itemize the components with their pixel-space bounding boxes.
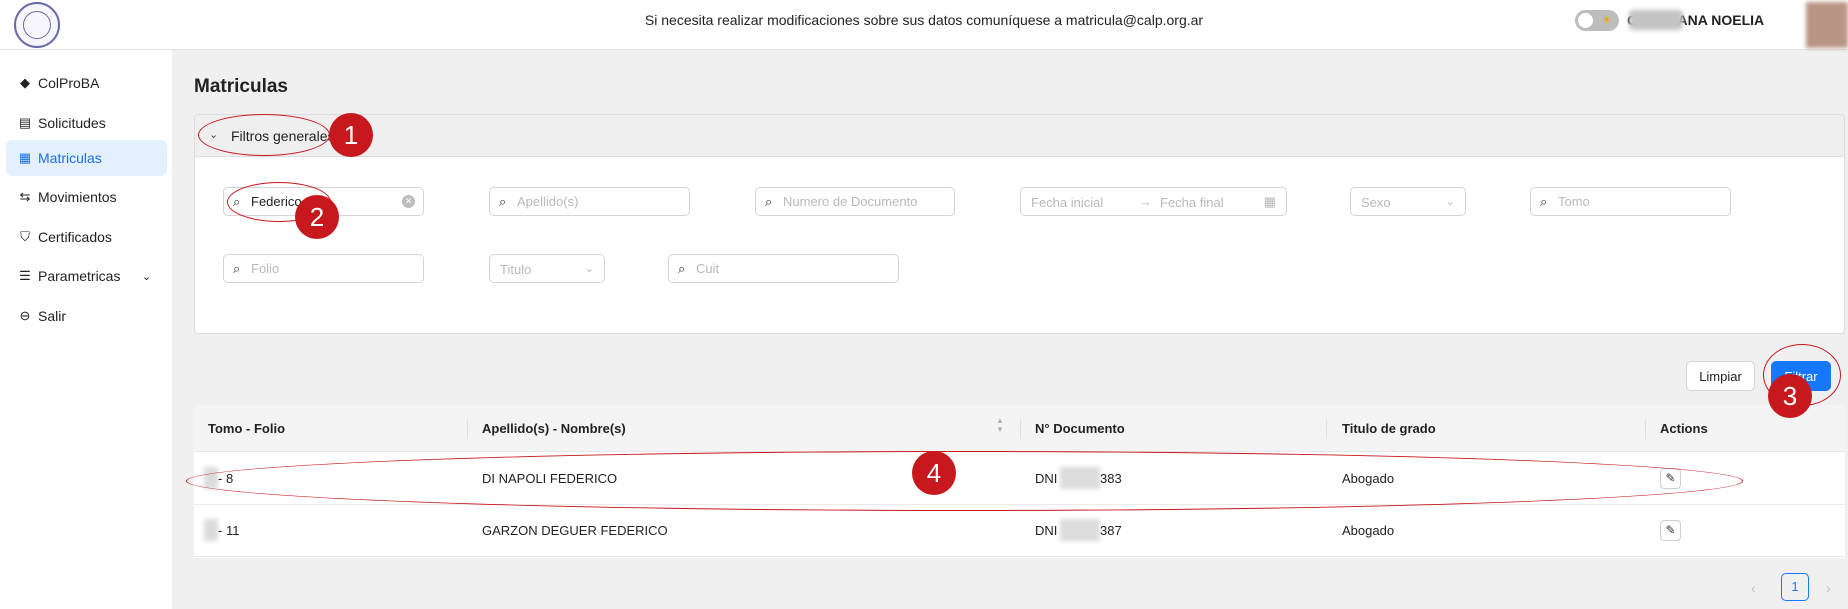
folio-input-wrapper[interactable]: ⌕ <box>223 254 424 283</box>
document-icon: ▤ <box>18 115 32 130</box>
documento-suffix: 387 <box>1100 523 1122 538</box>
column-header-tomo-folio: Tomo - Folio <box>208 421 286 436</box>
tomo-input[interactable] <box>1558 191 1723 212</box>
tomo-folio-cell: - 8 <box>218 471 234 486</box>
top-header: Si necesita realizar modificaciones sobr… <box>0 0 1848 50</box>
sidebar-item-label: Parametricas <box>38 268 121 284</box>
sidebar-item-label: Salir <box>38 308 67 324</box>
redacted-tomo <box>204 519 218 541</box>
sidebar-item-matriculas[interactable]: ▦ Matriculas <box>6 140 167 176</box>
header-notice: Si necesita realizar modificaciones sobr… <box>644 12 1204 28</box>
column-header-documento: N° Documento <box>1035 421 1125 436</box>
titulo-cell: Abogado <box>1342 471 1395 486</box>
avatar[interactable] <box>1806 2 1848 48</box>
date-range-picker[interactable]: Fecha inicial → Fecha final ▦ <box>1020 187 1287 216</box>
search-icon: ⌕ <box>499 194 507 209</box>
clear-icon[interactable]: ✕ <box>402 195 415 208</box>
theme-toggle[interactable]: ☀ <box>1575 10 1619 31</box>
titulo-select[interactable]: Titulo ⌄ <box>489 254 605 283</box>
edit-icon[interactable]: ✎ <box>1660 468 1681 489</box>
redacted-documento <box>1060 519 1100 541</box>
sidebar-item-label: Certificados <box>38 229 112 245</box>
fecha-final-placeholder[interactable]: Fecha final <box>1160 195 1224 210</box>
sidebar-item-parametricas[interactable]: ☰ Parametricas ⌄ <box>6 258 167 294</box>
filter-panel-title: Filtros generales <box>231 128 335 144</box>
cuit-input-wrapper[interactable]: ⌕ <box>668 254 899 283</box>
documento-input[interactable] <box>783 191 948 212</box>
swap-icon: ⇆ <box>19 189 31 204</box>
sexo-select[interactable]: Sexo ⌄ <box>1350 187 1466 216</box>
redacted-name <box>1629 10 1683 30</box>
apellido-input-wrapper[interactable]: ⌕ <box>489 187 690 216</box>
sun-icon: ☀ <box>1601 13 1612 27</box>
documento-input-wrapper[interactable]: ⌕ <box>755 187 955 216</box>
list-icon: ☰ <box>19 268 31 283</box>
results-table: Tomo - Folio Apellido(s) - Nombre(s) ▲ ▼ … <box>194 405 1845 558</box>
folio-input[interactable] <box>251 258 416 279</box>
filter-button[interactable]: Filtrar <box>1771 361 1831 391</box>
search-icon: ⌕ <box>233 194 241 209</box>
nombre-cell: DI NAPOLI FEDERICO <box>482 471 618 486</box>
nombre-cell: GARZON DEGUER FEDERICO <box>482 523 668 538</box>
sidebar-item-label: Solicitudes <box>38 115 106 131</box>
search-icon: ⌕ <box>1540 194 1548 209</box>
redacted-documento <box>1060 467 1100 489</box>
tomo-folio-cell: - 11 <box>218 523 240 538</box>
titulo-cell: Abogado <box>1342 523 1395 538</box>
pagination-page[interactable]: 1 <box>1781 573 1809 601</box>
shield-icon: ⛉ <box>20 229 30 244</box>
nombre-input-wrapper[interactable]: ⌕ ✕ <box>223 187 424 216</box>
sidebar-item-colproba[interactable]: ◆ ColProBA <box>6 65 167 101</box>
chevron-down-icon: ⌄ <box>1445 196 1455 208</box>
column-header-titulo: Titulo de grado <box>1342 421 1436 436</box>
table-row[interactable]: - 8 DI NAPOLI FEDERICO DNI 383 Abogado ✎ <box>194 453 1845 505</box>
documento-prefix: DNI <box>1035 523 1058 538</box>
registry-icon: ▦ <box>18 150 32 165</box>
sexo-placeholder: Sexo <box>1361 195 1391 210</box>
sidebar-item-certificados[interactable]: ⛉ Certificados <box>6 219 167 255</box>
cuit-input[interactable] <box>696 258 891 279</box>
sidebar: ◆ ColProBA ▤ Solicitudes ▦ Matriculas ⇆ … <box>0 50 172 609</box>
redacted-tomo <box>204 467 218 489</box>
colproba-icon: ◆ <box>20 75 30 90</box>
documento-suffix: 383 <box>1100 471 1122 486</box>
table-row[interactable]: - 11 GARZON DEGUER FEDERICO DNI 387 Abog… <box>194 505 1845 557</box>
chevron-down-icon: ⌄ <box>142 270 152 283</box>
column-header-actions: Actions <box>1660 421 1708 436</box>
sidebar-item-solicitudes[interactable]: ▤ Solicitudes <box>6 105 167 141</box>
sidebar-item-salir[interactable]: ⊖ Salir <box>6 298 167 334</box>
filter-panel-header[interactable]: ⌄ Filtros generales <box>195 115 1844 157</box>
page-title: Matriculas <box>194 76 288 97</box>
calendar-icon: ▦ <box>1263 194 1276 209</box>
sidebar-item-label: Matriculas <box>38 150 102 166</box>
sidebar-item-movimientos[interactable]: ⇆ Movimientos <box>6 179 167 215</box>
pagination-next-icon[interactable]: › <box>1826 580 1831 596</box>
sort-icon[interactable]: ▲ ▼ <box>996 416 1004 434</box>
clear-button[interactable]: Limpiar <box>1686 361 1755 391</box>
chevron-down-icon: ⌄ <box>584 263 594 275</box>
column-header-nombre[interactable]: Apellido(s) - Nombre(s) <box>482 421 626 436</box>
table-header: Tomo - Folio Apellido(s) - Nombre(s) ▲ ▼ … <box>194 405 1845 452</box>
apellido-input[interactable] <box>517 191 682 212</box>
arrow-right-icon: → <box>1139 194 1152 209</box>
tomo-input-wrapper[interactable]: ⌕ <box>1530 187 1731 216</box>
fecha-inicial-placeholder[interactable]: Fecha inicial <box>1031 195 1103 210</box>
sidebar-item-label: Movimientos <box>38 189 117 205</box>
sidebar-item-label: ColProBA <box>38 75 100 91</box>
pagination-prev-icon[interactable]: ‹ <box>1751 580 1756 596</box>
nombre-input[interactable] <box>251 191 391 212</box>
toggle-knob <box>1578 13 1593 28</box>
documento-prefix: DNI <box>1035 471 1058 486</box>
edit-icon[interactable]: ✎ <box>1660 520 1681 541</box>
titulo-placeholder: Titulo <box>500 262 532 277</box>
search-icon: ⌕ <box>765 194 773 209</box>
search-icon: ⌕ <box>233 261 241 276</box>
logout-icon: ⊖ <box>19 308 31 323</box>
chevron-down-icon: ⌄ <box>209 129 219 141</box>
filter-panel: ⌄ Filtros generales ⌕ ✕ ⌕ ⌕ Fecha inicia… <box>194 114 1845 334</box>
search-icon: ⌕ <box>678 261 686 276</box>
